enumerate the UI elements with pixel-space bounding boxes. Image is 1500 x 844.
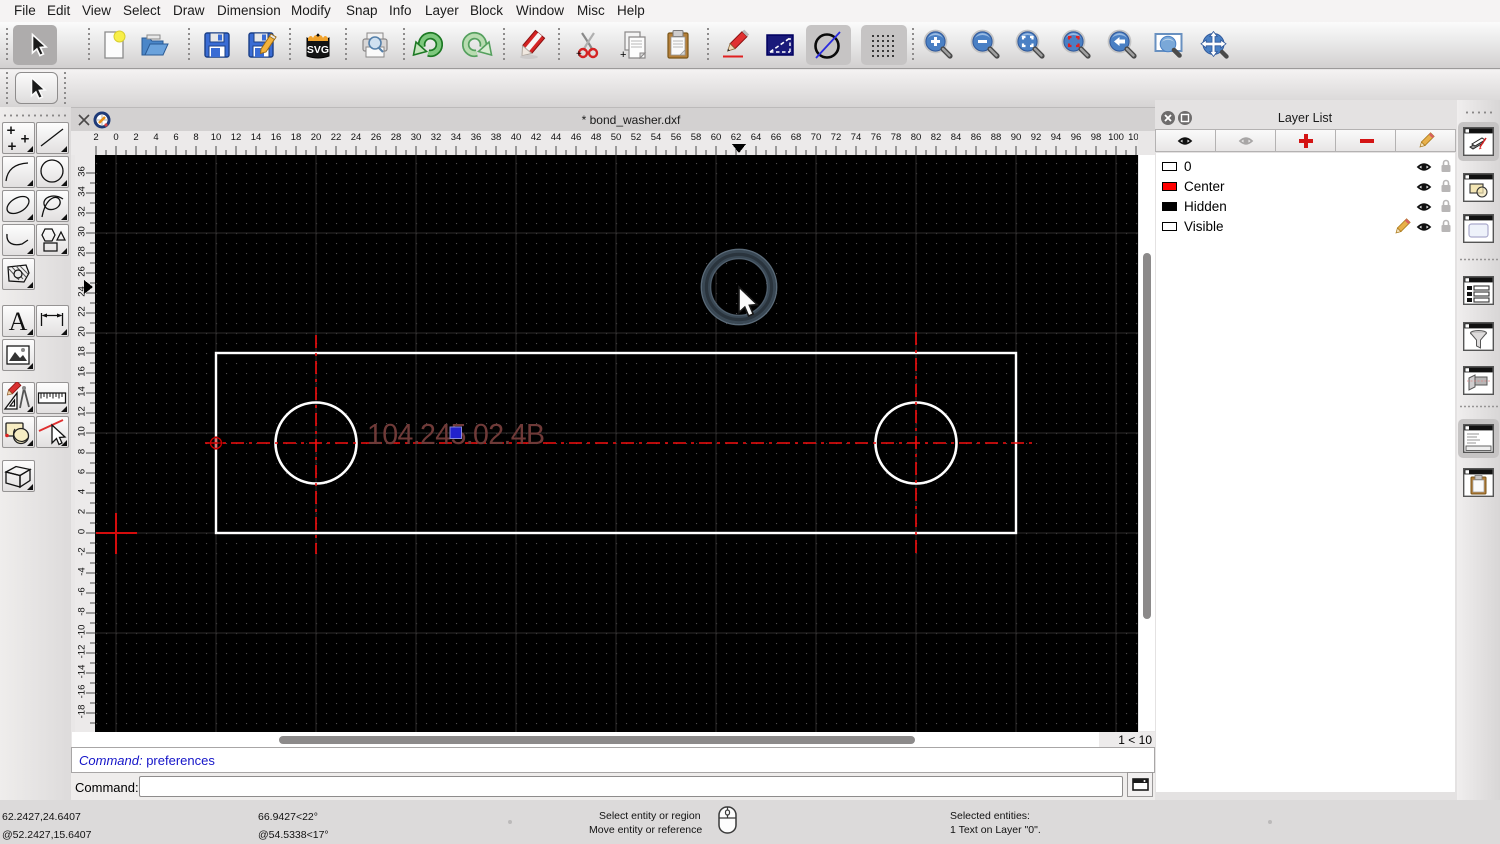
svg-text:A: A xyxy=(9,307,28,336)
svg-text:+: + xyxy=(576,49,582,60)
svg-text:SVG: SVG xyxy=(307,44,329,56)
svg-text:+: + xyxy=(620,49,626,61)
